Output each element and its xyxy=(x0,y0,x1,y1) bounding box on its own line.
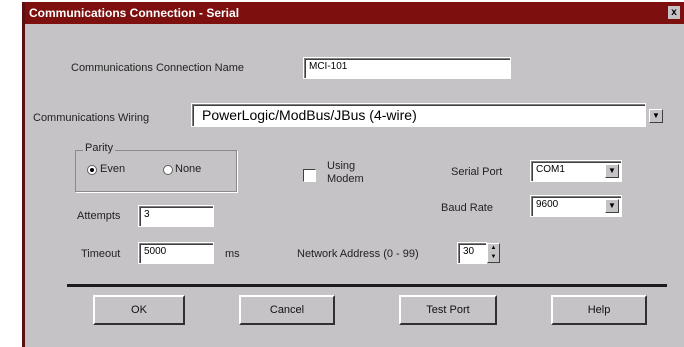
parity-group-label: Parity xyxy=(83,142,116,154)
serial-port-label: Serial Port xyxy=(451,166,503,178)
chevron-down-icon[interactable]: ▼ xyxy=(605,164,619,178)
parity-none-label: None xyxy=(175,163,202,175)
separator xyxy=(67,284,667,287)
parity-even-radio[interactable] xyxy=(87,165,97,175)
parity-even-label: Even xyxy=(100,163,126,175)
close-icon[interactable]: x xyxy=(668,6,680,19)
network-address-label: Network Address (0 - 99) xyxy=(297,248,419,260)
timeout-unit: ms xyxy=(225,248,240,260)
dialog-title: Communications Connection - Serial xyxy=(29,6,240,20)
spin-arrows-icon[interactable]: ▲ ▼ xyxy=(487,243,500,263)
cancel-button[interactable]: Cancel xyxy=(239,295,335,325)
chevron-down-icon[interactable]: ▼ xyxy=(649,109,663,123)
baud-rate-label: Baud Rate xyxy=(441,202,493,214)
attempts-input[interactable]: 3 xyxy=(138,205,214,227)
test-port-button[interactable]: Test Port xyxy=(399,295,497,325)
help-button[interactable]: Help xyxy=(551,295,647,325)
serial-connection-dialog: Communications Connection - Serial x Com… xyxy=(22,2,684,347)
parity-none-radio[interactable] xyxy=(163,165,173,175)
ok-button[interactable]: OK xyxy=(93,295,185,325)
network-address-input[interactable]: 30 xyxy=(457,242,487,264)
attempts-label: Attempts xyxy=(77,210,121,222)
connection-name-input[interactable]: MCI-101 xyxy=(303,57,511,79)
connection-name-label: Communications Connection Name xyxy=(71,62,245,74)
using-modem-label-1: Using xyxy=(327,160,356,172)
using-modem-checkbox[interactable] xyxy=(303,169,316,182)
chevron-down-icon[interactable]: ▼ xyxy=(605,199,619,213)
title-bar[interactable]: Communications Connection - Serial x xyxy=(25,2,684,24)
timeout-label: Timeout xyxy=(81,248,121,260)
wiring-label: Communications Wiring xyxy=(33,112,150,124)
timeout-input[interactable]: 5000 xyxy=(138,242,214,264)
using-modem-label-2: Modem xyxy=(327,173,364,185)
wiring-select[interactable]: PowerLogic/ModBus/JBus (4-wire) xyxy=(191,103,646,127)
